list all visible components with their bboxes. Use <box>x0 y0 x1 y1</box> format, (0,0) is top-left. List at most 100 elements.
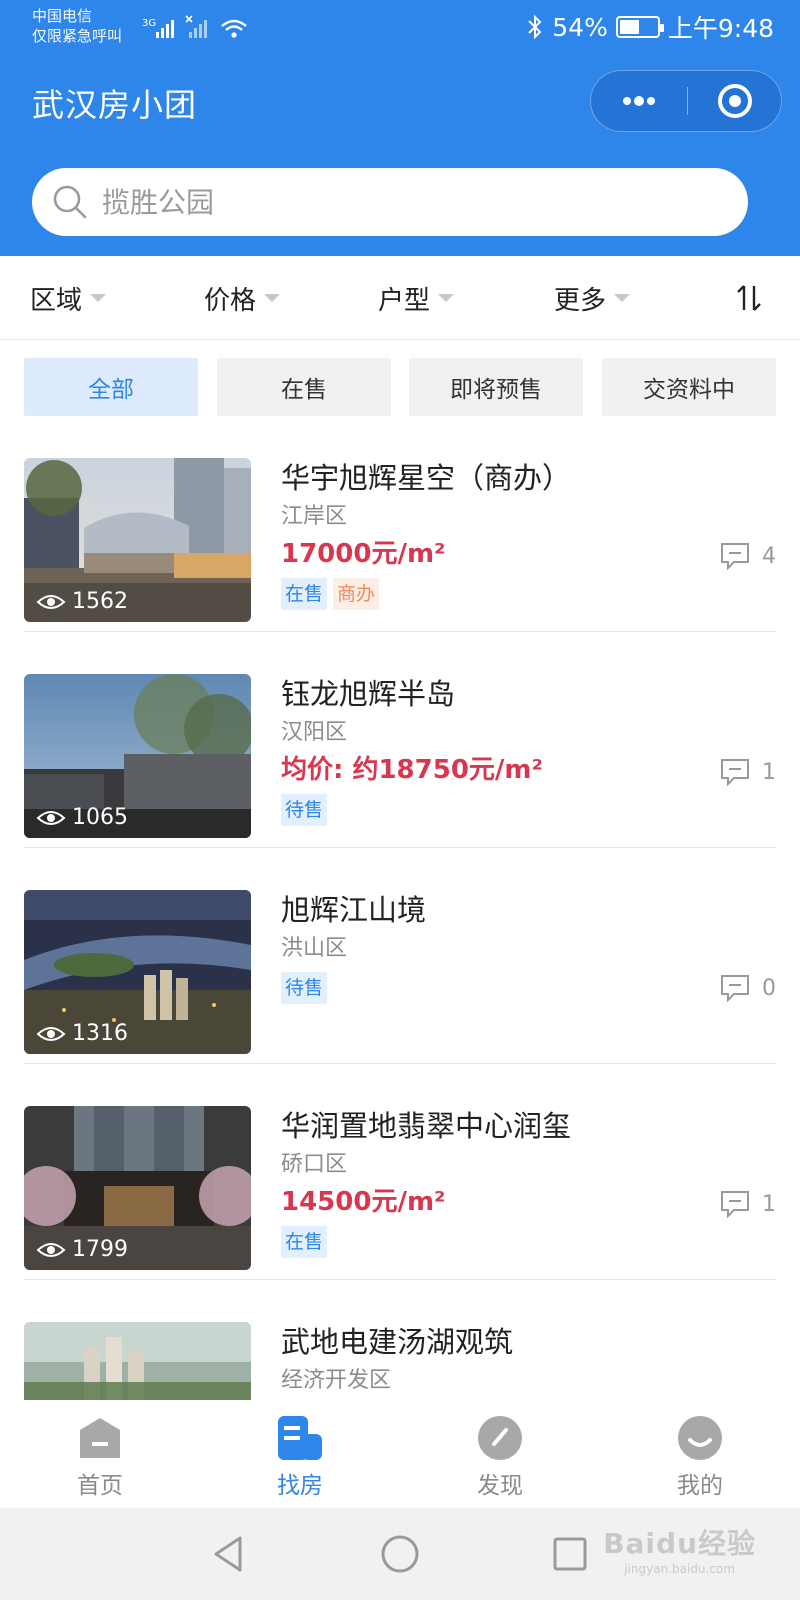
listing-photo: 1799 <box>24 1106 251 1270</box>
compass-icon <box>478 1416 522 1460</box>
more-button[interactable] <box>591 71 687 131</box>
tab-profile[interactable]: 我的 <box>600 1400 800 1508</box>
home-icon <box>80 1418 120 1458</box>
comment-count[interactable]: 1 <box>720 758 776 786</box>
view-count: 1316 <box>36 1021 128 1046</box>
status-bar: 中国电信 仅限紧急呼叫 3G 54% 上午9:48 <box>0 0 800 56</box>
view-count-value: 1799 <box>72 1237 128 1262</box>
listing-photo <box>24 1322 251 1400</box>
badge-group: 在售 商办 <box>281 578 776 610</box>
district: 经济开发区 <box>281 1368 392 1393</box>
tab-presale[interactable]: 即将预售 <box>409 358 583 416</box>
chevron-down-icon <box>614 294 631 302</box>
carrier-info: 中国电信 仅限紧急呼叫 <box>32 6 122 46</box>
price: 14500元/m² <box>281 1187 446 1217</box>
filter-more[interactable]: 更多 <box>554 256 631 340</box>
smile-icon <box>678 1416 722 1460</box>
status-badge: 待售 <box>281 972 328 1004</box>
close-button[interactable] <box>688 71 782 131</box>
filter-region[interactable]: 区域 <box>30 256 107 340</box>
tab-home[interactable]: 首页 <box>0 1400 200 1508</box>
tab-discover-label: 发现 <box>477 1473 523 1499</box>
tab-discover[interactable]: 发现 <box>400 1400 600 1508</box>
status-badge: 在售 <box>281 1226 328 1258</box>
district: 汉阳区 <box>281 720 348 745</box>
project-name: 武地电建汤湖观筑 <box>281 1325 514 1359</box>
project-name: 旭辉江山境 <box>281 893 427 927</box>
tab-find-house[interactable]: 找房 <box>200 1400 400 1508</box>
badge-group: 在售 <box>281 1226 776 1258</box>
recents-button[interactable] <box>540 1528 600 1580</box>
recents-square-icon <box>553 1537 587 1571</box>
district: 江岸区 <box>281 504 348 529</box>
mini-program-capsule <box>590 70 782 132</box>
comment-count-value: 1 <box>762 759 776 785</box>
battery-icon <box>615 16 664 38</box>
tab-home-label: 首页 <box>77 1473 123 1499</box>
type-badge: 商办 <box>333 578 380 610</box>
comment-icon <box>721 975 749 1002</box>
tab-submitting-docs[interactable]: 交资料中 <box>602 358 776 416</box>
listing-list: 1562 华宇旭辉星空（商办） 江岸区 17000元/m² 在售 商办 4 10… <box>0 416 800 1400</box>
listing-item[interactable]: 1316 旭辉江山境 洪山区 待售 0 <box>24 848 776 1064</box>
comment-icon <box>721 759 749 786</box>
eye-icon <box>36 810 66 825</box>
status-badge: 在售 <box>281 578 328 610</box>
listing-item[interactable]: 武地电建汤湖观筑 经济开发区 <box>24 1280 776 1400</box>
target-icon <box>718 84 752 118</box>
house-search-icon <box>278 1416 322 1460</box>
bottom-tab-bar: 首页 找房 发现 我的 <box>0 1400 800 1508</box>
eye-icon <box>36 1242 66 1257</box>
status-right: 54% 上午9:48 <box>526 10 774 44</box>
app-title: 武汉房小团 <box>32 86 198 124</box>
ellipsis-icon <box>623 96 655 106</box>
back-triangle-icon <box>214 1536 242 1572</box>
tab-profile-label: 我的 <box>677 1473 723 1499</box>
listing-item[interactable]: 1065 钰龙旭辉半岛 汉阳区 均价: 约18750元/m² 待售 1 <box>24 632 776 848</box>
home-button[interactable] <box>370 1528 430 1580</box>
view-count-value: 1562 <box>72 589 128 614</box>
filter-more-label: 更多 <box>554 285 607 316</box>
comment-count[interactable]: 1 <box>720 1190 776 1218</box>
listing-item[interactable]: 1799 华润置地翡翠中心润玺 硚口区 14500元/m² 在售 1 <box>24 1064 776 1280</box>
watermark-main: Baidu经验 <box>603 1527 756 1560</box>
comment-count[interactable]: 4 <box>720 542 776 570</box>
district: 硚口区 <box>281 1152 348 1177</box>
filter-price-label: 价格 <box>204 285 257 316</box>
filter-price[interactable]: 价格 <box>204 256 281 340</box>
listing-item[interactable]: 1562 华宇旭辉星空（商办） 江岸区 17000元/m² 在售 商办 4 <box>24 416 776 632</box>
comment-icon <box>721 1191 749 1218</box>
project-name: 华润置地翡翠中心润玺 <box>281 1109 572 1143</box>
filter-layout-label: 户型 <box>378 285 431 316</box>
tab-find-house-label: 找房 <box>277 1473 323 1499</box>
comment-count-value: 4 <box>762 543 776 569</box>
eye-icon <box>36 594 66 609</box>
comment-count[interactable]: 0 <box>720 974 776 1002</box>
back-button[interactable] <box>198 1528 258 1580</box>
comment-icon <box>721 543 749 570</box>
view-count: 1562 <box>36 589 128 614</box>
search-input[interactable] <box>102 185 662 219</box>
tab-on-sale[interactable]: 在售 <box>217 358 391 416</box>
listing-photo: 1562 <box>24 458 251 622</box>
battery-percent: 54% <box>552 12 608 42</box>
chevron-down-icon <box>438 294 455 302</box>
system-nav-bar: Baidu经验 jingyan.baidu.com <box>0 1508 800 1600</box>
watermark-sub: jingyan.baidu.com <box>624 1562 735 1576</box>
sort-icon[interactable] <box>734 278 764 318</box>
filter-region-label: 区域 <box>30 285 83 316</box>
tab-all[interactable]: 全部 <box>24 358 198 416</box>
home-circle-icon <box>381 1535 419 1573</box>
listing-info: 武地电建汤湖观筑 经济开发区 <box>281 1322 776 1398</box>
badge-group: 待售 <box>281 972 776 1004</box>
carrier-name: 中国电信 <box>32 7 93 25</box>
price: 均价: 约18750元/m² <box>281 755 543 785</box>
project-name: 钰龙旭辉半岛 <box>281 677 456 711</box>
district: 洪山区 <box>281 936 348 961</box>
search-bar[interactable] <box>32 168 748 236</box>
listing-info: 华润置地翡翠中心润玺 硚口区 14500元/m² 在售 <box>281 1106 776 1258</box>
bluetooth-icon <box>528 14 542 40</box>
baidu-watermark: Baidu经验 jingyan.baidu.com <box>603 1522 756 1576</box>
network-type: 3G <box>142 18 156 29</box>
filter-layout[interactable]: 户型 <box>378 256 455 340</box>
